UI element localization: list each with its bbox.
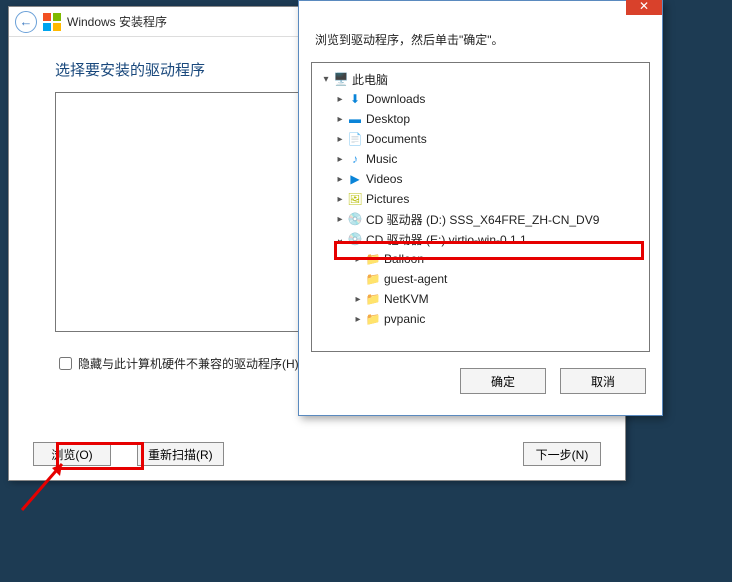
tree-pvpanic[interactable]: ▸ 📁 pvpanic <box>316 309 645 329</box>
tree-label: Downloads <box>366 92 425 106</box>
tree-music[interactable]: ▸ ♪ Music <box>316 149 645 169</box>
folder-icon: 📁 <box>364 272 382 286</box>
installer-title: Windows 安装程序 <box>67 13 167 30</box>
tree-cd-drive-d[interactable]: ▸ 💿 CD 驱动器 (D:) SSS_X64FRE_ZH-CN_DV9 <box>316 209 645 229</box>
browse-folder-dialog: ✕ 浏览到驱动程序，然后单击"确定"。 ▾ 🖥️ 此电脑 ▸ ⬇ Downloa… <box>298 0 663 416</box>
folder-icon: 📁 <box>364 312 382 326</box>
tree-label: Pictures <box>366 192 409 206</box>
tree-label: Balloon <box>384 252 424 266</box>
chevron-right-icon[interactable]: ▸ <box>334 134 346 145</box>
chevron-right-icon[interactable]: ▸ <box>334 94 346 105</box>
chevron-down-icon[interactable]: ▾ <box>320 74 332 85</box>
cd-drive-icon: 💿 <box>346 212 364 226</box>
back-arrow-icon[interactable]: ← <box>15 11 37 33</box>
tree-videos[interactable]: ▸ ▶ Videos <box>316 169 645 189</box>
hide-incompatible-label: 隐藏与此计算机硬件不兼容的驱动程序(H) <box>78 355 299 372</box>
tree-downloads[interactable]: ▸ ⬇ Downloads <box>316 89 645 109</box>
tree-label: CD 驱动器 (D:) SSS_X64FRE_ZH-CN_DV9 <box>366 211 599 228</box>
chevron-right-icon[interactable]: ▸ <box>334 154 346 165</box>
tree-label: pvpanic <box>384 312 425 326</box>
cd-drive-icon: 💿 <box>346 232 364 246</box>
computer-icon: 🖥️ <box>332 72 350 86</box>
tree-label: Documents <box>366 132 427 146</box>
next-button[interactable]: 下一步(N) <box>523 442 601 466</box>
desktop-icon: ▬ <box>346 112 364 126</box>
tree-guest-agent[interactable]: 📁 guest-agent <box>316 269 645 289</box>
chevron-right-icon[interactable]: ▸ <box>352 314 364 325</box>
tree-netkvm[interactable]: ▸ 📁 NetKVM <box>316 289 645 309</box>
tree-desktop[interactable]: ▸ ▬ Desktop <box>316 109 645 129</box>
tree-cd-drive-e[interactable]: ⌄ 💿 CD 驱动器 (E:) virtio-win-0.1.1 <box>316 229 645 249</box>
pictures-icon: 🖼 <box>346 192 364 206</box>
browse-instruction: 浏览到驱动程序，然后单击"确定"。 <box>299 15 662 58</box>
tree-pictures[interactable]: ▸ 🖼 Pictures <box>316 189 645 209</box>
folder-icon: 📁 <box>364 252 382 266</box>
videos-icon: ▶ <box>346 172 364 186</box>
documents-icon: 📄 <box>346 132 364 146</box>
browse-titlebar: ✕ <box>299 1 662 15</box>
tree-label: Desktop <box>366 112 410 126</box>
chevron-right-icon[interactable]: ▸ <box>334 174 346 185</box>
ok-button[interactable]: 确定 <box>460 368 546 394</box>
tree-label: Music <box>366 152 397 166</box>
chevron-down-icon[interactable]: ⌄ <box>334 234 346 245</box>
windows-flag-icon <box>43 13 61 31</box>
chevron-right-icon[interactable]: ▸ <box>334 114 346 125</box>
tree-documents[interactable]: ▸ 📄 Documents <box>316 129 645 149</box>
tree-balloon[interactable]: ▸ 📁 Balloon <box>316 249 645 269</box>
chevron-right-icon[interactable]: ▸ <box>352 294 364 305</box>
tree-this-pc[interactable]: ▾ 🖥️ 此电脑 <box>316 69 645 89</box>
tree-label: 此电脑 <box>352 71 388 88</box>
installer-footer: 浏览(O) 重新扫描(R) 下一步(N) <box>9 442 625 466</box>
chevron-right-icon[interactable]: ▸ <box>352 254 364 265</box>
folder-icon: 📁 <box>364 292 382 306</box>
tree-label: NetKVM <box>384 292 429 306</box>
chevron-right-icon[interactable]: ▸ <box>334 214 346 225</box>
chevron-right-icon[interactable]: ▸ <box>334 194 346 205</box>
downloads-icon: ⬇ <box>346 92 364 106</box>
rescan-button[interactable]: 重新扫描(R) <box>137 442 224 466</box>
close-icon[interactable]: ✕ <box>626 0 662 15</box>
browse-button-row: 确定 取消 <box>299 360 662 406</box>
hide-incompatible-checkbox[interactable] <box>59 357 72 370</box>
tree-label: guest-agent <box>384 272 447 286</box>
tree-label: Videos <box>366 172 402 186</box>
folder-tree[interactable]: ▾ 🖥️ 此电脑 ▸ ⬇ Downloads ▸ ▬ Desktop ▸ 📄 D… <box>311 62 650 352</box>
cancel-button[interactable]: 取消 <box>560 368 646 394</box>
browse-button[interactable]: 浏览(O) <box>33 442 111 466</box>
tree-label: CD 驱动器 (E:) virtio-win-0.1.1 <box>366 231 527 248</box>
music-icon: ♪ <box>346 152 364 166</box>
